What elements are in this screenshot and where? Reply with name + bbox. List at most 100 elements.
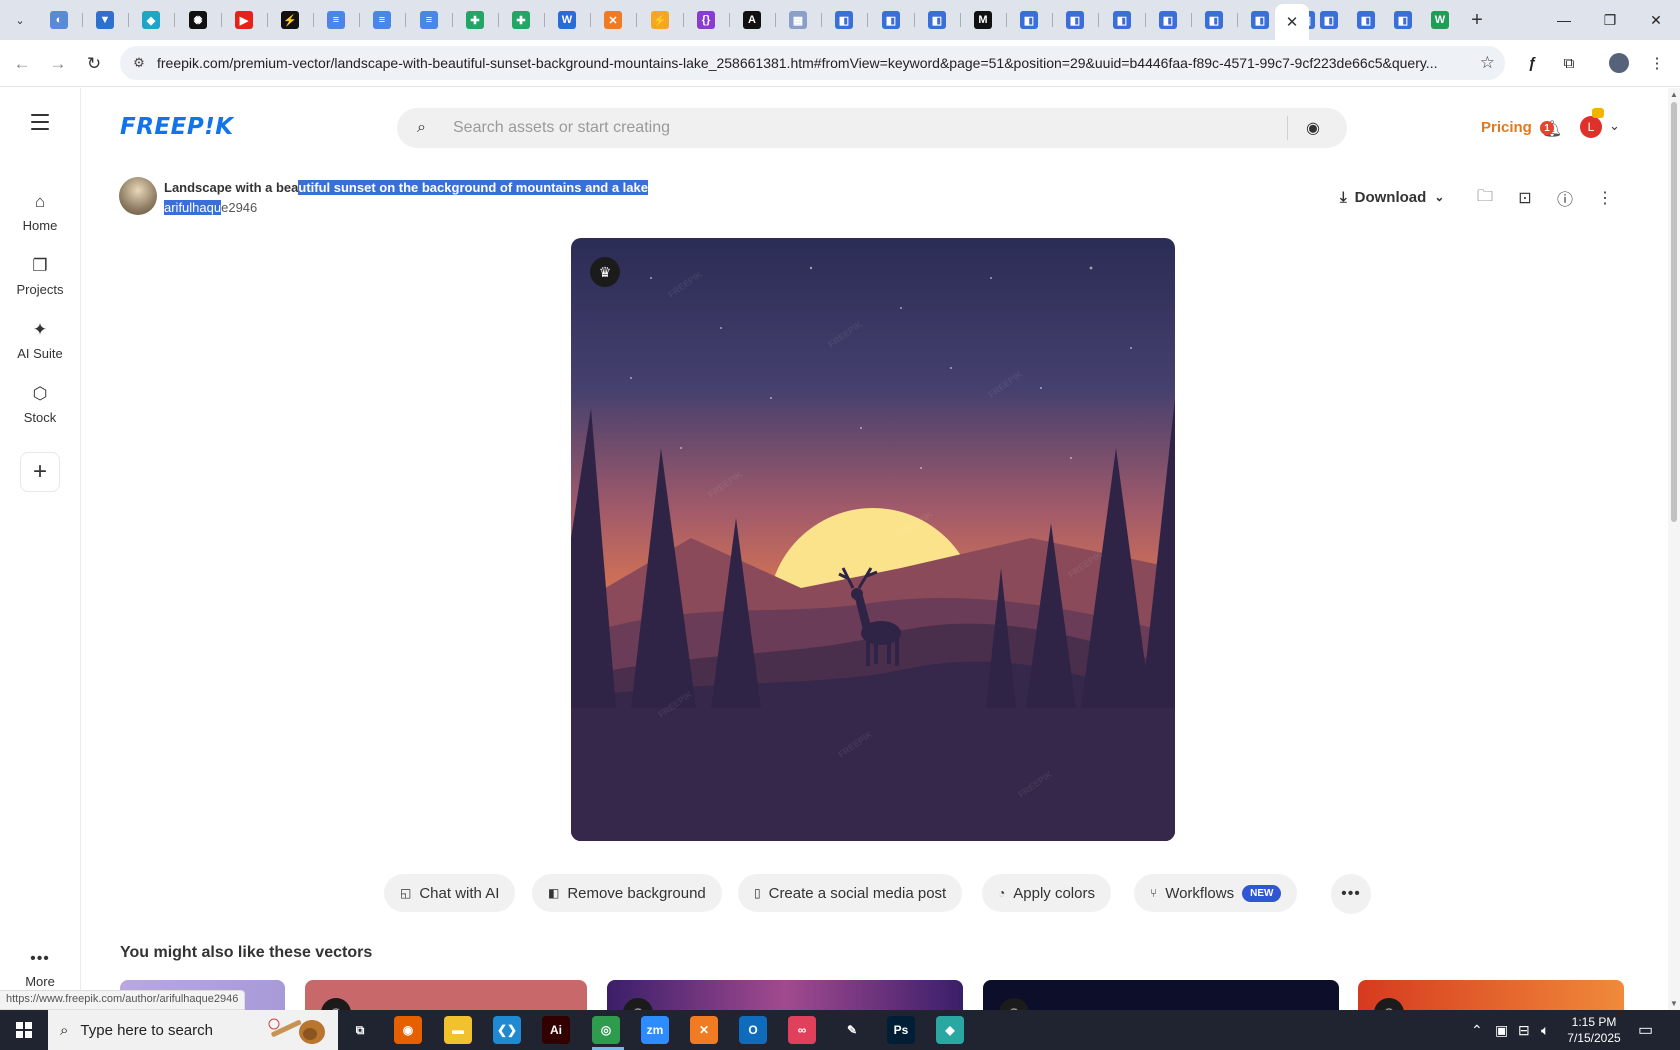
extensions-puzzle-icon[interactable]: ⧉	[1557, 51, 1581, 75]
task-view-icon[interactable]: ⧉	[346, 1016, 374, 1044]
taskbar-clock[interactable]: 1:15 PM 7/15/2025	[1558, 1014, 1630, 1046]
zoom-icon[interactable]: zm	[641, 1016, 669, 1044]
more-actions-button[interactable]: •••	[1331, 874, 1371, 914]
profile-avatar-icon[interactable]	[1607, 51, 1631, 75]
restore-button[interactable]: ❐	[1590, 8, 1630, 32]
chrome-icon[interactable]: ◎	[592, 1016, 620, 1044]
image-icon[interactable]: ▦	[789, 11, 807, 29]
json-icon[interactable]: {}	[697, 11, 715, 29]
globe-icon[interactable]: ◐	[50, 11, 68, 29]
active-tab-close-button[interactable]: ✕	[1275, 4, 1309, 40]
vscode-icon[interactable]: ❮❯	[493, 1016, 521, 1044]
notifications-center-icon[interactable]: ▭	[1638, 1020, 1653, 1040]
extension-f-icon[interactable]: ƒ	[1520, 51, 1544, 75]
page-icon[interactable]: ◧	[1357, 11, 1375, 29]
remove-background-button[interactable]: ◧ Remove background	[532, 874, 722, 912]
related-thumbnail[interactable]: ♛	[983, 980, 1339, 1010]
chat-with-ai-button[interactable]: ◱ Chat with AI	[384, 874, 516, 912]
freepik-logo[interactable]: FREEP!K	[120, 114, 234, 140]
page-icon[interactable]: ◧	[1394, 11, 1412, 29]
word-icon[interactable]: W	[558, 11, 576, 29]
scroll-up-arrow-icon[interactable]: ▲	[1670, 90, 1678, 99]
author-avatar[interactable]	[119, 177, 157, 215]
pricing-link[interactable]: Pricing	[1481, 119, 1532, 136]
user-avatar[interactable]: L	[1580, 116, 1602, 138]
volume-icon[interactable]: 🔈︎	[1541, 1022, 1549, 1039]
close-window-button[interactable]: ✕	[1636, 8, 1676, 32]
docs-icon[interactable]: ≡	[373, 11, 391, 29]
camera-icon[interactable]: ◉	[1306, 118, 1320, 138]
reload-button[interactable]: ↻	[82, 52, 106, 76]
related-thumbnail[interactable]: ♛	[1358, 980, 1624, 1010]
scroll-down-arrow-icon[interactable]: ▼	[1670, 999, 1678, 1008]
tab-search-chevron-icon[interactable]: ⌄	[8, 9, 32, 31]
xampp-icon[interactable]: ✕	[690, 1016, 718, 1044]
page-scrollbar[interactable]: ▲ ▼	[1668, 88, 1680, 1010]
add-button[interactable]: +	[20, 452, 60, 492]
tray-app-icon[interactable]: ▣	[1495, 1022, 1508, 1039]
hamburger-menu-icon[interactable]	[28, 112, 52, 132]
docs-icon[interactable]: ≡	[327, 11, 345, 29]
site-info-icon[interactable]: ⚙	[130, 54, 148, 72]
sidebar-item-more[interactable]: ••• More	[0, 950, 80, 989]
add-to-collection-icon[interactable]: 🗀︎	[1473, 186, 1497, 210]
sheets-icon[interactable]: ✚	[466, 11, 484, 29]
page-icon[interactable]: ◧	[928, 11, 946, 29]
notifications-bell-icon[interactable]: 🔔︎ 1	[1540, 118, 1563, 140]
apply-colors-button[interactable]: ◔ Apply colors	[982, 874, 1111, 912]
page-icon[interactable]: ◧	[1251, 11, 1269, 29]
creative-cloud-icon[interactable]: ∞	[788, 1016, 816, 1044]
youtube-icon[interactable]: ▶	[235, 11, 253, 29]
ai-icon[interactable]: A	[743, 11, 761, 29]
sheets-icon[interactable]: ✚	[512, 11, 530, 29]
page-icon[interactable]: ◧	[1066, 11, 1084, 29]
sidebar-item-home[interactable]: ⌂ Home	[0, 192, 80, 233]
page-icon[interactable]: ◧	[1159, 11, 1177, 29]
browser-menu-icon[interactable]: ⋮	[1645, 51, 1669, 75]
taskbar-search-input[interactable]	[80, 1021, 281, 1039]
file-explorer-icon[interactable]: ▬	[444, 1016, 472, 1044]
page-icon[interactable]: ◧	[1020, 11, 1038, 29]
back-button[interactable]: ←	[10, 52, 34, 76]
page-icon[interactable]: ◧	[1113, 11, 1131, 29]
info-icon[interactable]: ⓘ	[1553, 186, 1577, 210]
scrollbar-thumb[interactable]	[1671, 102, 1677, 522]
sidebar-item-projects[interactable]: ❐ Projects	[0, 256, 80, 297]
taskbar-search[interactable]: ⌕	[48, 1010, 338, 1050]
sidebar-item-stock[interactable]: ⬡ Stock	[0, 384, 80, 425]
new-tab-button[interactable]: +	[1465, 8, 1489, 32]
download-button[interactable]: ⤓ Download ⌄	[1340, 185, 1444, 209]
firefox-icon[interactable]: ◉	[394, 1016, 422, 1044]
vpn-icon[interactable]: ▼	[96, 11, 114, 29]
start-button[interactable]	[0, 1010, 48, 1050]
bolt-icon[interactable]: ⚡	[281, 11, 299, 29]
search-input[interactable]	[453, 108, 1253, 148]
page-icon[interactable]: ◧	[1205, 11, 1223, 29]
author-link[interactable]: arifulhaque2946	[164, 200, 257, 215]
chevron-down-icon[interactable]: ⌄	[1609, 118, 1620, 134]
workflows-button[interactable]: ⑂ Workflows NEW	[1134, 874, 1298, 912]
address-bar[interactable]: ⚙ freepik.com/premium-vector/landscape-w…	[120, 46, 1505, 80]
page-icon[interactable]: ◧	[835, 11, 853, 29]
minimize-button[interactable]: —	[1544, 8, 1584, 32]
illustrator-icon[interactable]: Ai	[542, 1016, 570, 1044]
page-icon[interactable]: ◧	[1320, 11, 1338, 29]
network-icon[interactable]: ⊟	[1518, 1022, 1530, 1039]
url-text[interactable]: freepik.com/premium-vector/landscape-wit…	[157, 55, 1457, 71]
medium-icon[interactable]: M	[974, 11, 992, 29]
forward-button[interactable]: →	[46, 52, 70, 76]
outlook-icon[interactable]: O	[739, 1016, 767, 1044]
photoshop-icon[interactable]: Ps	[887, 1016, 915, 1044]
page-icon[interactable]: ◧	[882, 11, 900, 29]
bookmark-star-icon[interactable]: ☆	[1480, 53, 1495, 73]
asset-preview-image[interactable]: FREEPIK FREEPIK FREEPIK FREEPIK FREEPIK …	[571, 238, 1175, 841]
related-thumbnail[interactable]: ♛	[305, 980, 587, 1010]
docs-icon[interactable]: ≡	[420, 11, 438, 29]
tray-chevron-up-icon[interactable]: ⌃	[1471, 1022, 1483, 1039]
edit-image-icon[interactable]: ⊡	[1513, 186, 1537, 210]
diamond-icon[interactable]: ◆	[142, 11, 160, 29]
pen-icon[interactable]: ✎	[838, 1016, 866, 1044]
vite-icon[interactable]: ⚡	[651, 11, 669, 29]
app-icon[interactable]: ◆	[936, 1016, 964, 1044]
more-options-icon[interactable]: ⋮	[1593, 186, 1617, 210]
